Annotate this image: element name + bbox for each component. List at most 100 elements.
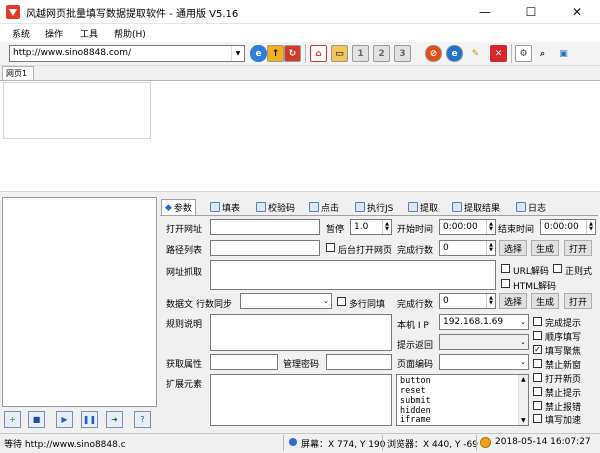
form-icon — [210, 202, 220, 212]
end-time-picker[interactable]: 0:00:00 ▲ ▼ — [540, 219, 596, 235]
highlight-icon[interactable]: ✎ — [467, 45, 484, 62]
zoom-2-icon[interactable]: 2 — [373, 45, 390, 62]
help-icon[interactable]: ? — [134, 411, 151, 428]
maximize-button[interactable]: ☐ — [508, 0, 554, 24]
select-button[interactable]: 选择 — [499, 240, 527, 256]
open-button[interactable]: 打开 — [564, 240, 592, 256]
task-list-panel[interactable] — [2, 197, 157, 407]
tab-extract[interactable]: 提取 — [405, 199, 441, 215]
url-combo[interactable]: http://www.sino8848.com/ ▼ — [9, 45, 245, 62]
pause-stepper[interactable]: 1.0 ▲ ▼ — [350, 219, 392, 235]
play-icon[interactable]: ▶ — [56, 411, 73, 428]
option-checkbox[interactable] — [533, 331, 542, 340]
menu-system[interactable]: 系统 — [12, 27, 30, 40]
tab-label: 提取结果 — [464, 203, 501, 214]
settings-icon[interactable]: ⚙ — [515, 45, 532, 62]
menu-help[interactable]: 帮助(H) — [114, 27, 146, 40]
tab-captcha[interactable]: 校验码 — [253, 199, 298, 215]
click-icon — [309, 202, 319, 212]
ext-elem-textarea[interactable] — [210, 374, 392, 426]
refresh-icon[interactable]: ↻ — [284, 45, 301, 62]
manage-pwd-input[interactable] — [326, 354, 392, 370]
result-icon — [452, 202, 462, 212]
tab-extract-result[interactable]: 提取结果 — [449, 199, 503, 215]
tab-params[interactable]: ◆ 参数 — [161, 199, 196, 215]
tab-fill-form[interactable]: 填表 — [207, 199, 243, 215]
tab-page-1[interactable]: 网页1 — [2, 66, 34, 80]
start-time-label: 开始时间 — [397, 225, 434, 235]
option-checkbox[interactable] — [533, 359, 542, 368]
stepper-arrows-icon[interactable]: ▲ ▼ — [382, 220, 391, 234]
option-checkbox[interactable] — [533, 387, 542, 396]
save-icon[interactable]: ■ — [28, 411, 45, 428]
get-attr-input[interactable] — [210, 354, 278, 370]
tab-run-js[interactable]: 执行JS — [352, 199, 396, 215]
local-ip-value: 192.168.1.69 — [443, 317, 504, 327]
tab-log[interactable]: 日志 — [513, 199, 549, 215]
window-icon[interactable]: ▣ — [555, 45, 572, 62]
done-rows2-stepper[interactable]: 0 ▲ ▼ — [439, 293, 496, 309]
option-checkbox[interactable] — [533, 373, 542, 382]
option-label: 禁止新窗 — [545, 361, 582, 371]
option-checkbox[interactable] — [533, 317, 542, 326]
scroll-up-icon[interactable]: ▲ — [521, 376, 526, 383]
stepper-arrows-icon[interactable]: ▲ ▼ — [486, 220, 495, 234]
bg-open-checkbox[interactable] — [326, 243, 335, 252]
rule-desc-textarea[interactable] — [210, 314, 392, 351]
menu-tools[interactable]: 工具 — [80, 27, 98, 40]
url-grab-textarea[interactable] — [210, 260, 496, 290]
url-decode-checkbox[interactable] — [501, 264, 510, 273]
close-button[interactable]: ✕ — [554, 0, 600, 24]
local-ip-select[interactable]: 192.168.1.69 ⌄ — [439, 314, 529, 330]
option-checkbox[interactable] — [533, 414, 542, 423]
regex-checkbox[interactable] — [553, 264, 562, 273]
splitter[interactable] — [0, 191, 600, 196]
page-tab-bar — [0, 66, 600, 80]
generate-button[interactable]: 生成 — [531, 240, 559, 256]
list-item[interactable]: iframe — [400, 415, 431, 426]
scroll-down-icon[interactable]: ▼ — [521, 417, 526, 424]
url-input[interactable]: http://www.sino8848.com/ — [13, 48, 131, 58]
pause-icon[interactable]: ❚❚ — [81, 411, 98, 428]
chevron-down-icon[interactable]: ▼ — [231, 46, 244, 61]
html-decode-label: HTML解码 — [513, 282, 557, 292]
option-checkbox[interactable] — [533, 401, 542, 410]
zoom-3-icon[interactable]: 3 — [394, 45, 411, 62]
open-button-2[interactable]: 打开 — [564, 293, 592, 309]
captcha-icon — [256, 202, 266, 212]
ie-icon[interactable]: e — [446, 45, 463, 62]
select-button-2[interactable]: 选择 — [499, 293, 527, 309]
minimize-button[interactable]: — — [462, 0, 508, 24]
status-separator — [283, 435, 284, 451]
tab-click[interactable]: 点击 — [306, 199, 342, 215]
start-time-picker[interactable]: 0:00:00 ▲ ▼ — [439, 219, 496, 235]
stepper-arrows-icon[interactable]: ▲ ▼ — [486, 241, 495, 255]
list-scrollbar[interactable]: ▲ ▼ — [518, 375, 528, 425]
menu-operation[interactable]: 操作 — [45, 27, 63, 40]
go-icon[interactable]: e — [250, 45, 267, 62]
done-rows-stepper[interactable]: 0 ▲ ▼ — [439, 240, 496, 256]
path-list-input[interactable] — [210, 240, 320, 256]
zoom-1-icon[interactable]: 1 — [352, 45, 369, 62]
prompt-return-select[interactable]: ⌄ — [439, 334, 529, 350]
open-folder-icon[interactable]: ▭ — [331, 45, 348, 62]
element-list[interactable]: button reset submit hidden iframe ▲ ▼ — [396, 374, 529, 426]
html-decode-checkbox[interactable] — [501, 279, 510, 288]
stop-icon[interactable]: ↑ — [267, 45, 284, 62]
search-icon[interactable]: ⌕ — [534, 45, 551, 62]
generate-button-2[interactable]: 生成 — [531, 293, 559, 309]
add-icon[interactable]: + — [4, 411, 21, 428]
block-icon[interactable]: ⊘ — [425, 45, 442, 62]
option-checkbox-checked[interactable]: ✓ — [533, 345, 542, 354]
home-icon[interactable]: ⌂ — [310, 45, 327, 62]
bg-open-label: 后台打开网页 — [338, 246, 393, 256]
stepper-arrows-icon[interactable]: ▲ ▼ — [586, 220, 595, 234]
clock-icon — [480, 437, 491, 448]
delete-icon[interactable]: ✕ — [490, 45, 507, 62]
data-file-select[interactable]: ⌄ — [240, 293, 332, 309]
stepper-arrows-icon[interactable]: ▲ ▼ — [486, 294, 495, 308]
export-icon[interactable]: ➜ — [106, 411, 123, 428]
open-url-input[interactable] — [210, 219, 320, 235]
multi-row-checkbox[interactable] — [337, 297, 346, 306]
page-encoding-select[interactable]: ⌄ — [439, 354, 529, 370]
